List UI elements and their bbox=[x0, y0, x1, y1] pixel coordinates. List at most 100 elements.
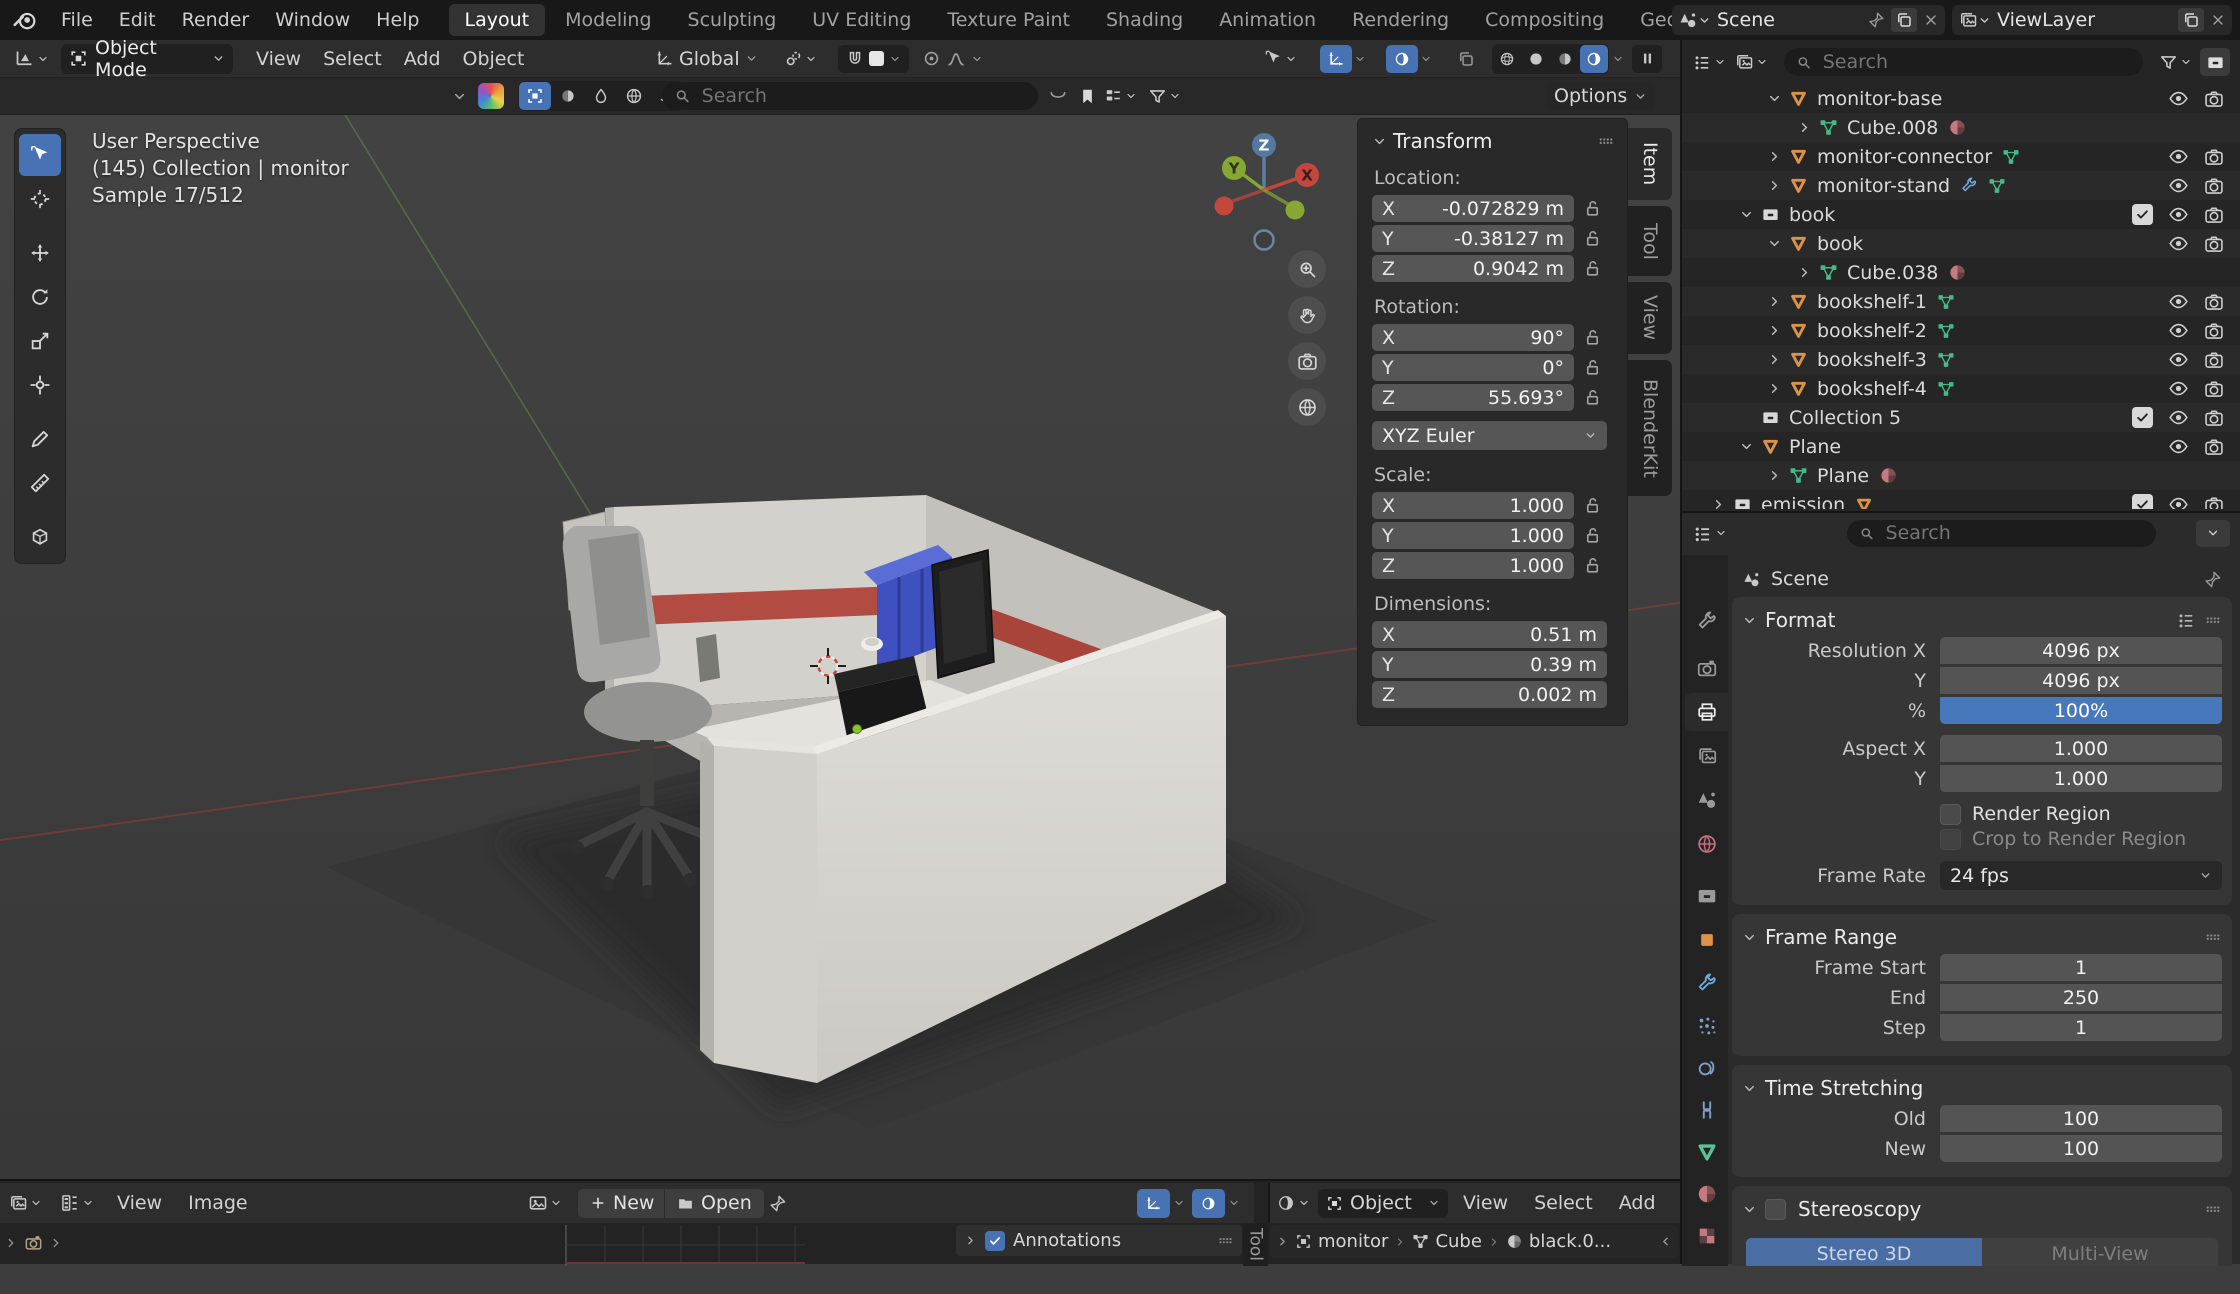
chevron-right-icon[interactable] bbox=[1762, 323, 1786, 338]
rotation-x-field[interactable]: X90° bbox=[1372, 324, 1574, 351]
chevron-right-icon[interactable] bbox=[1762, 381, 1786, 396]
shading-solid[interactable] bbox=[1522, 45, 1550, 73]
lock-open-icon[interactable] bbox=[1583, 358, 1602, 377]
scale-z-field[interactable]: Z1.000 bbox=[1372, 552, 1574, 579]
chevron-down-icon[interactable] bbox=[1169, 90, 1181, 102]
tab-render-properties[interactable] bbox=[1685, 649, 1728, 687]
camera-icon[interactable] bbox=[2204, 89, 2224, 109]
multi-view-button[interactable]: Multi-View bbox=[1982, 1238, 2218, 1266]
outliner-search[interactable] bbox=[1784, 48, 2143, 76]
eye-icon[interactable] bbox=[2168, 146, 2189, 167]
tool-move[interactable] bbox=[19, 232, 61, 274]
tab-shading[interactable]: Shading bbox=[1090, 4, 1199, 36]
frame-step-field[interactable]: 1 bbox=[1940, 1014, 2222, 1041]
chevron-right-icon[interactable] bbox=[1792, 120, 1816, 135]
properties-search[interactable] bbox=[1847, 520, 2156, 547]
asset-hdr-button[interactable] bbox=[618, 82, 650, 110]
outliner-row[interactable]: emission bbox=[1682, 490, 2240, 509]
chevron-down-icon[interactable] bbox=[1420, 53, 1432, 65]
menu-add[interactable]: Add bbox=[393, 48, 452, 70]
path-object[interactable]: monitor bbox=[1318, 1231, 1388, 1252]
chevron-right-icon[interactable] bbox=[964, 1234, 977, 1247]
dimension-x-field[interactable]: X0.51 m bbox=[1372, 621, 1607, 648]
tab-particle-properties[interactable] bbox=[1685, 1007, 1728, 1045]
breadcrumb-scene[interactable]: Scene bbox=[1771, 568, 2193, 590]
snap-mode-swatch[interactable] bbox=[869, 51, 884, 66]
grip-icon[interactable] bbox=[2204, 611, 2222, 629]
eye-icon[interactable] bbox=[2168, 175, 2189, 196]
tab-uv-editing[interactable]: UV Editing bbox=[796, 4, 927, 36]
show-overlays-toggle[interactable] bbox=[1386, 45, 1418, 73]
chevron-down-icon[interactable] bbox=[1762, 91, 1786, 106]
shading-rendered[interactable] bbox=[1580, 45, 1608, 73]
new-collection-button[interactable] bbox=[2200, 48, 2230, 76]
viewlayer-selector[interactable]: ViewLayer bbox=[1952, 5, 2232, 35]
tool-transform[interactable] bbox=[19, 364, 61, 406]
annotations-channel[interactable]: Annotations bbox=[956, 1225, 1242, 1256]
shader-type-dropdown[interactable]: Object bbox=[1318, 1189, 1448, 1218]
close-icon[interactable] bbox=[2210, 12, 2226, 28]
tab-physics-properties[interactable] bbox=[1685, 1049, 1728, 1087]
tab-collection-properties[interactable] bbox=[1685, 877, 1728, 915]
eye-icon[interactable] bbox=[2168, 320, 2189, 341]
chevron-down-icon[interactable] bbox=[1354, 53, 1366, 65]
scale-x-field[interactable]: X1.000 bbox=[1372, 492, 1574, 519]
collapse-icon[interactable] bbox=[1742, 1202, 1757, 1217]
navigation-gizmo[interactable]: Z Y X bbox=[1204, 130, 1324, 261]
tab-tool-properties[interactable] bbox=[1685, 603, 1728, 641]
tool-annotate[interactable] bbox=[19, 418, 61, 460]
tool-measure[interactable] bbox=[19, 462, 61, 504]
grip-icon[interactable] bbox=[1597, 132, 1615, 150]
pin-icon[interactable] bbox=[1867, 11, 1885, 29]
open-image-button[interactable]: Open bbox=[664, 1189, 764, 1218]
menu-add[interactable]: Add bbox=[1608, 1192, 1667, 1214]
orientation-dropdown[interactable]: Global bbox=[655, 48, 758, 70]
chevron-right-icon[interactable] bbox=[1706, 497, 1730, 509]
tool-scale[interactable] bbox=[19, 320, 61, 362]
editor-corner-icons[interactable] bbox=[4, 1233, 63, 1252]
close-icon[interactable] bbox=[1923, 12, 1939, 28]
frame-start-field[interactable]: 1 bbox=[1940, 954, 2222, 981]
sidebar-tab-view[interactable]: View bbox=[1628, 282, 1672, 354]
pause-button[interactable] bbox=[1632, 45, 1662, 73]
menu-edit[interactable]: Edit bbox=[106, 9, 169, 31]
outliner-row[interactable]: bookshelf-4 bbox=[1682, 374, 2240, 403]
camera-icon[interactable] bbox=[2204, 437, 2224, 457]
camera-icon[interactable] bbox=[2204, 379, 2224, 399]
camera-icon[interactable] bbox=[2204, 147, 2224, 167]
menu-render[interactable]: Render bbox=[169, 9, 263, 31]
outliner-row[interactable]: monitor-base bbox=[1682, 84, 2240, 113]
chevron-down-icon[interactable] bbox=[452, 89, 467, 104]
tab-sculpting[interactable]: Sculpting bbox=[672, 4, 793, 36]
asset-scenes-button[interactable] bbox=[585, 82, 617, 110]
path-mesh[interactable]: Cube bbox=[1435, 1231, 1481, 1252]
scene-selector[interactable]: Scene bbox=[1672, 5, 1945, 35]
tab-constraint-properties[interactable] bbox=[1685, 1091, 1728, 1129]
image-browse-button[interactable] bbox=[528, 1193, 562, 1213]
blenderkit-logo-icon[interactable] bbox=[478, 83, 504, 109]
scale-y-field[interactable]: Y1.000 bbox=[1372, 522, 1574, 549]
display-channels-button[interactable] bbox=[60, 1193, 94, 1213]
outliner-search-input[interactable] bbox=[1821, 50, 2131, 74]
asset-search[interactable] bbox=[662, 82, 1038, 110]
chevron-right-icon[interactable] bbox=[1762, 294, 1786, 309]
tool-select-box[interactable] bbox=[19, 134, 61, 176]
menu-view[interactable]: View bbox=[106, 1192, 173, 1214]
tab-texture-paint[interactable]: Texture Paint bbox=[931, 4, 1086, 36]
lock-open-icon[interactable] bbox=[1583, 259, 1602, 278]
eye-icon[interactable] bbox=[2168, 233, 2189, 254]
camera-icon[interactable] bbox=[2204, 408, 2224, 428]
outliner-row[interactable]: monitor-connector bbox=[1682, 142, 2240, 171]
bookmark-icon[interactable] bbox=[1078, 87, 1097, 106]
frame-rate-dropdown[interactable]: 24 fps bbox=[1940, 861, 2222, 890]
overlays-toggle[interactable] bbox=[1192, 1189, 1225, 1218]
resolution-y-field[interactable]: 4096 px bbox=[1940, 667, 2222, 694]
chevron-right-icon[interactable] bbox=[1762, 468, 1786, 483]
tab-texture-properties[interactable] bbox=[1685, 1217, 1728, 1255]
tab-compositing[interactable]: Compositing bbox=[1469, 4, 1620, 36]
outliner-display-mode[interactable] bbox=[1692, 52, 1726, 72]
chevron-right-icon[interactable] bbox=[1276, 1235, 1289, 1248]
outliner-row[interactable]: Cube.008 bbox=[1682, 113, 2240, 142]
ortho-toggle-button[interactable] bbox=[1288, 388, 1326, 426]
new-scene-button[interactable] bbox=[1891, 8, 1917, 32]
